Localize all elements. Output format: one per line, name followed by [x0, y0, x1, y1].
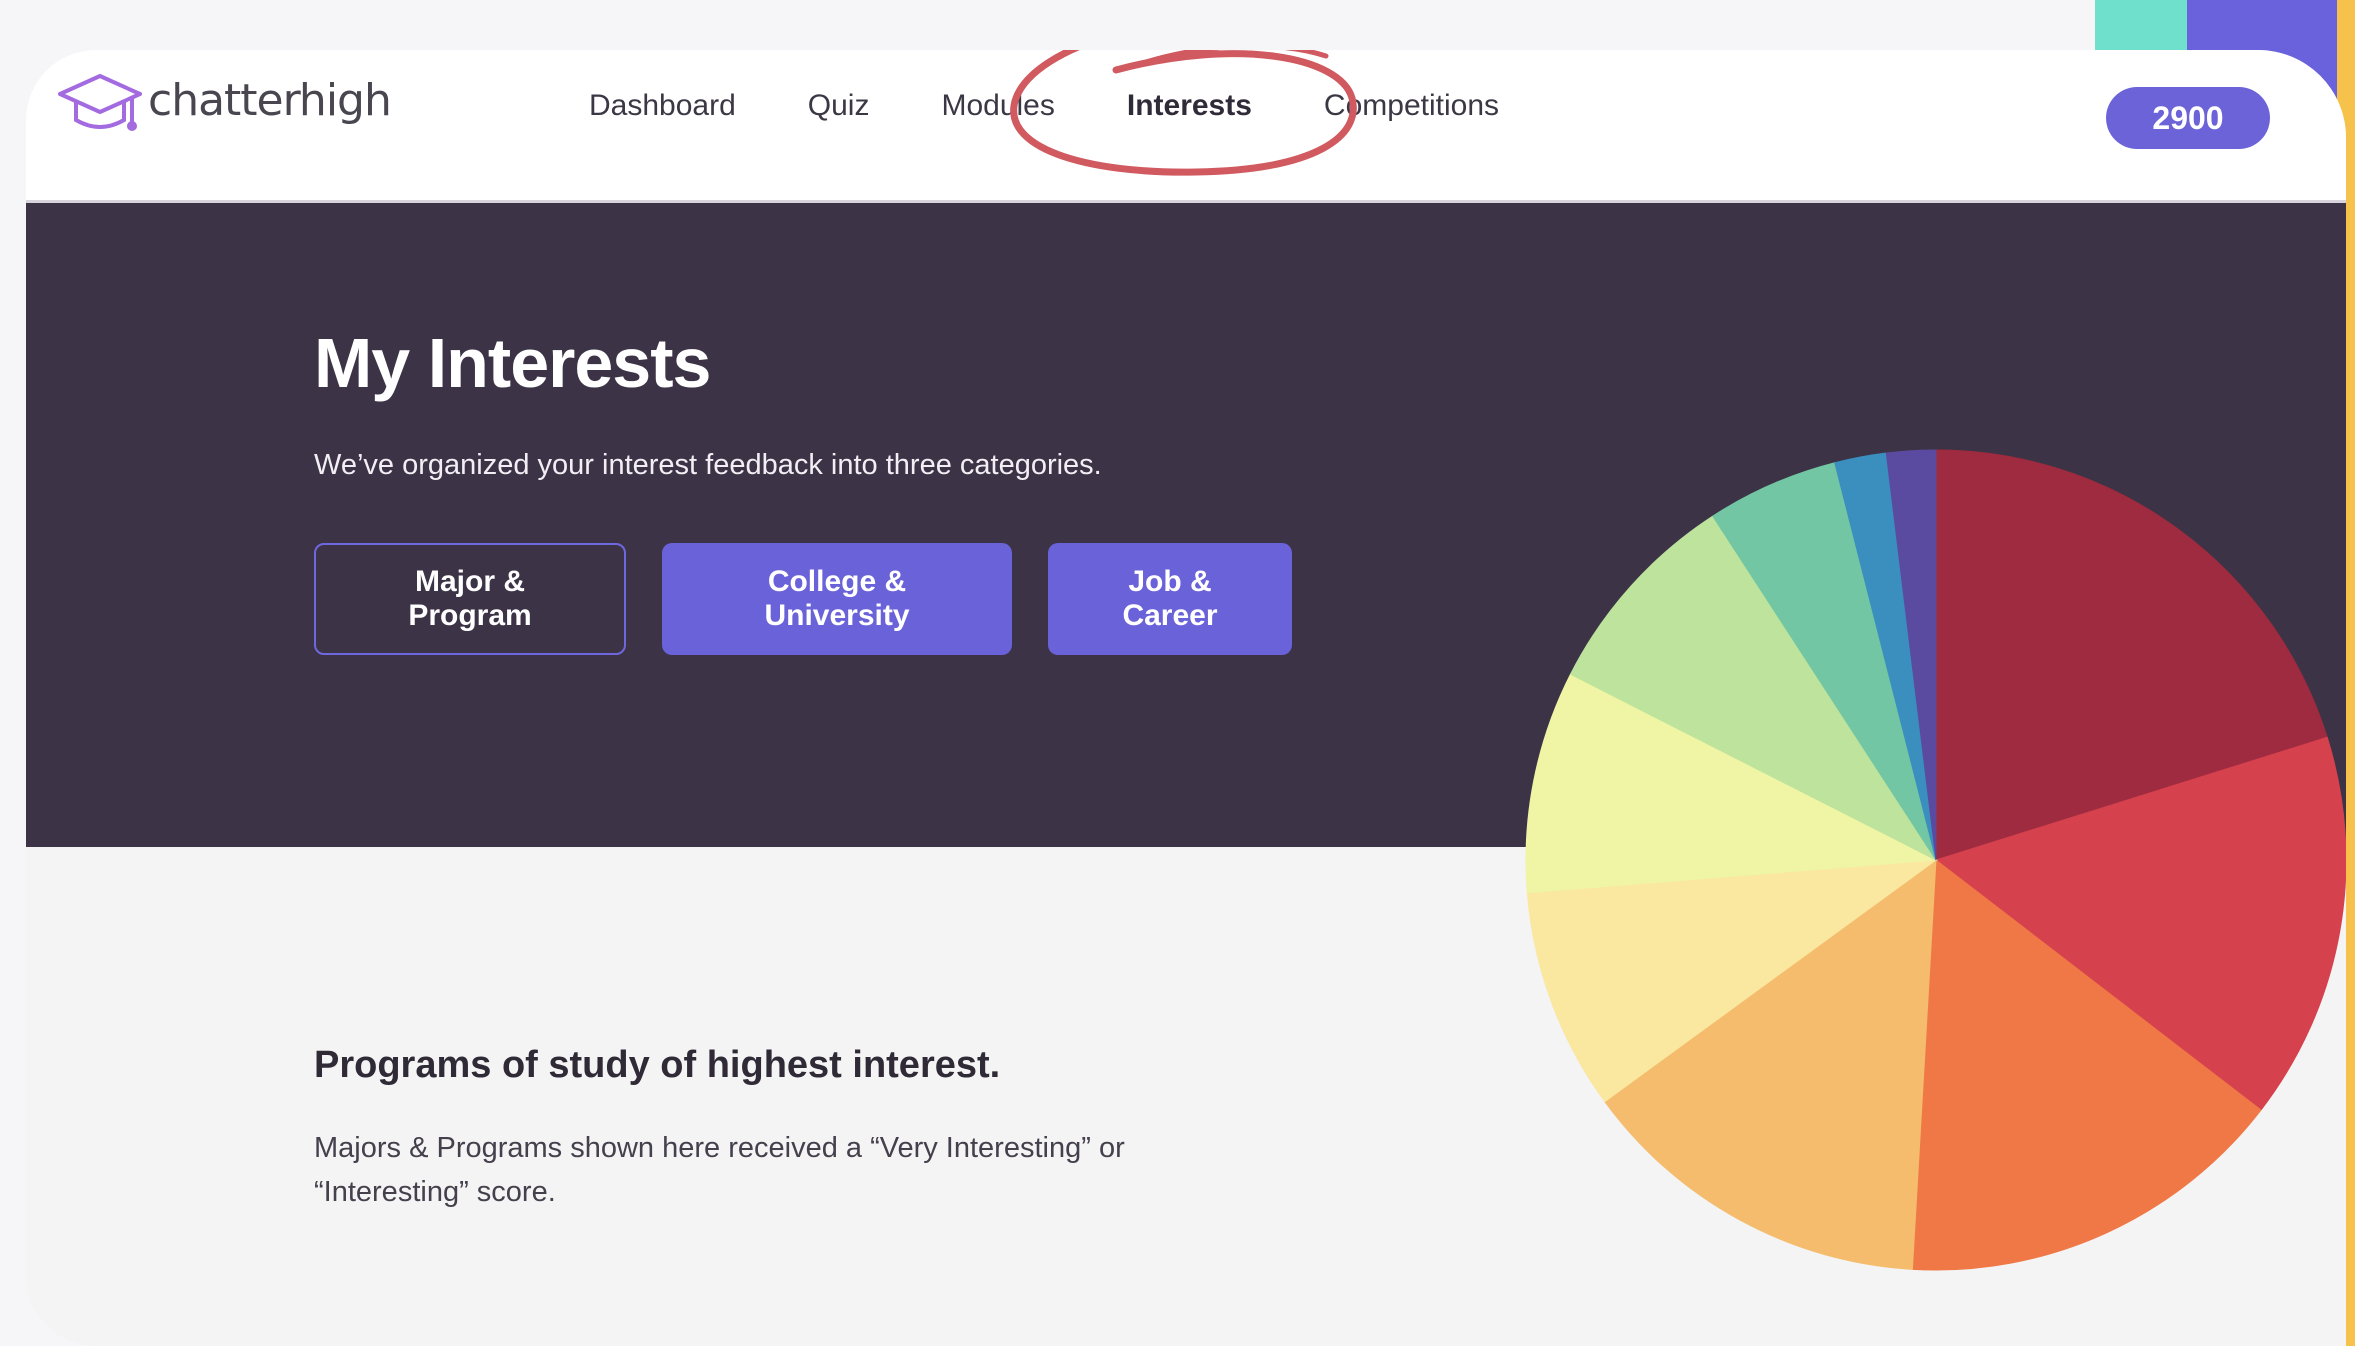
points-badge[interactable]: 2900 [2106, 87, 2270, 149]
section-title: Programs of study of highest interest. [314, 1044, 1001, 1086]
logo[interactable]: chatterhigh [54, 68, 392, 138]
main-nav: Dashboard Quiz Modules Interests Competi… [589, 86, 1571, 126]
tab-college-university[interactable]: College & University [662, 543, 1012, 655]
category-tabs: Major & Program College & University Job… [314, 543, 1328, 655]
page-subtitle: We’ve organized your interest feedback i… [314, 449, 1102, 481]
interest-pie-chart [1525, 449, 2346, 1271]
section-description: Majors & Programs shown here received a … [314, 1132, 1125, 1208]
page-title: My Interests [314, 324, 711, 402]
nav-dashboard[interactable]: Dashboard [589, 86, 736, 126]
nav-competitions[interactable]: Competitions [1324, 86, 1499, 126]
graduation-cap-icon [58, 74, 142, 131]
tab-job-career[interactable]: Job & Career [1048, 543, 1292, 655]
nav-modules[interactable]: Modules [941, 86, 1054, 126]
tab-major-program[interactable]: Major & Program [314, 543, 626, 655]
top-navigation-bar: chatterhigh Dashboard Quiz Modules Inter… [26, 50, 2346, 203]
app-window: chatterhigh Dashboard Quiz Modules Inter… [26, 50, 2346, 1346]
logo-text: chatterhigh [148, 74, 392, 126]
nav-quiz[interactable]: Quiz [808, 86, 870, 126]
nav-interests[interactable]: Interests [1127, 86, 1252, 126]
